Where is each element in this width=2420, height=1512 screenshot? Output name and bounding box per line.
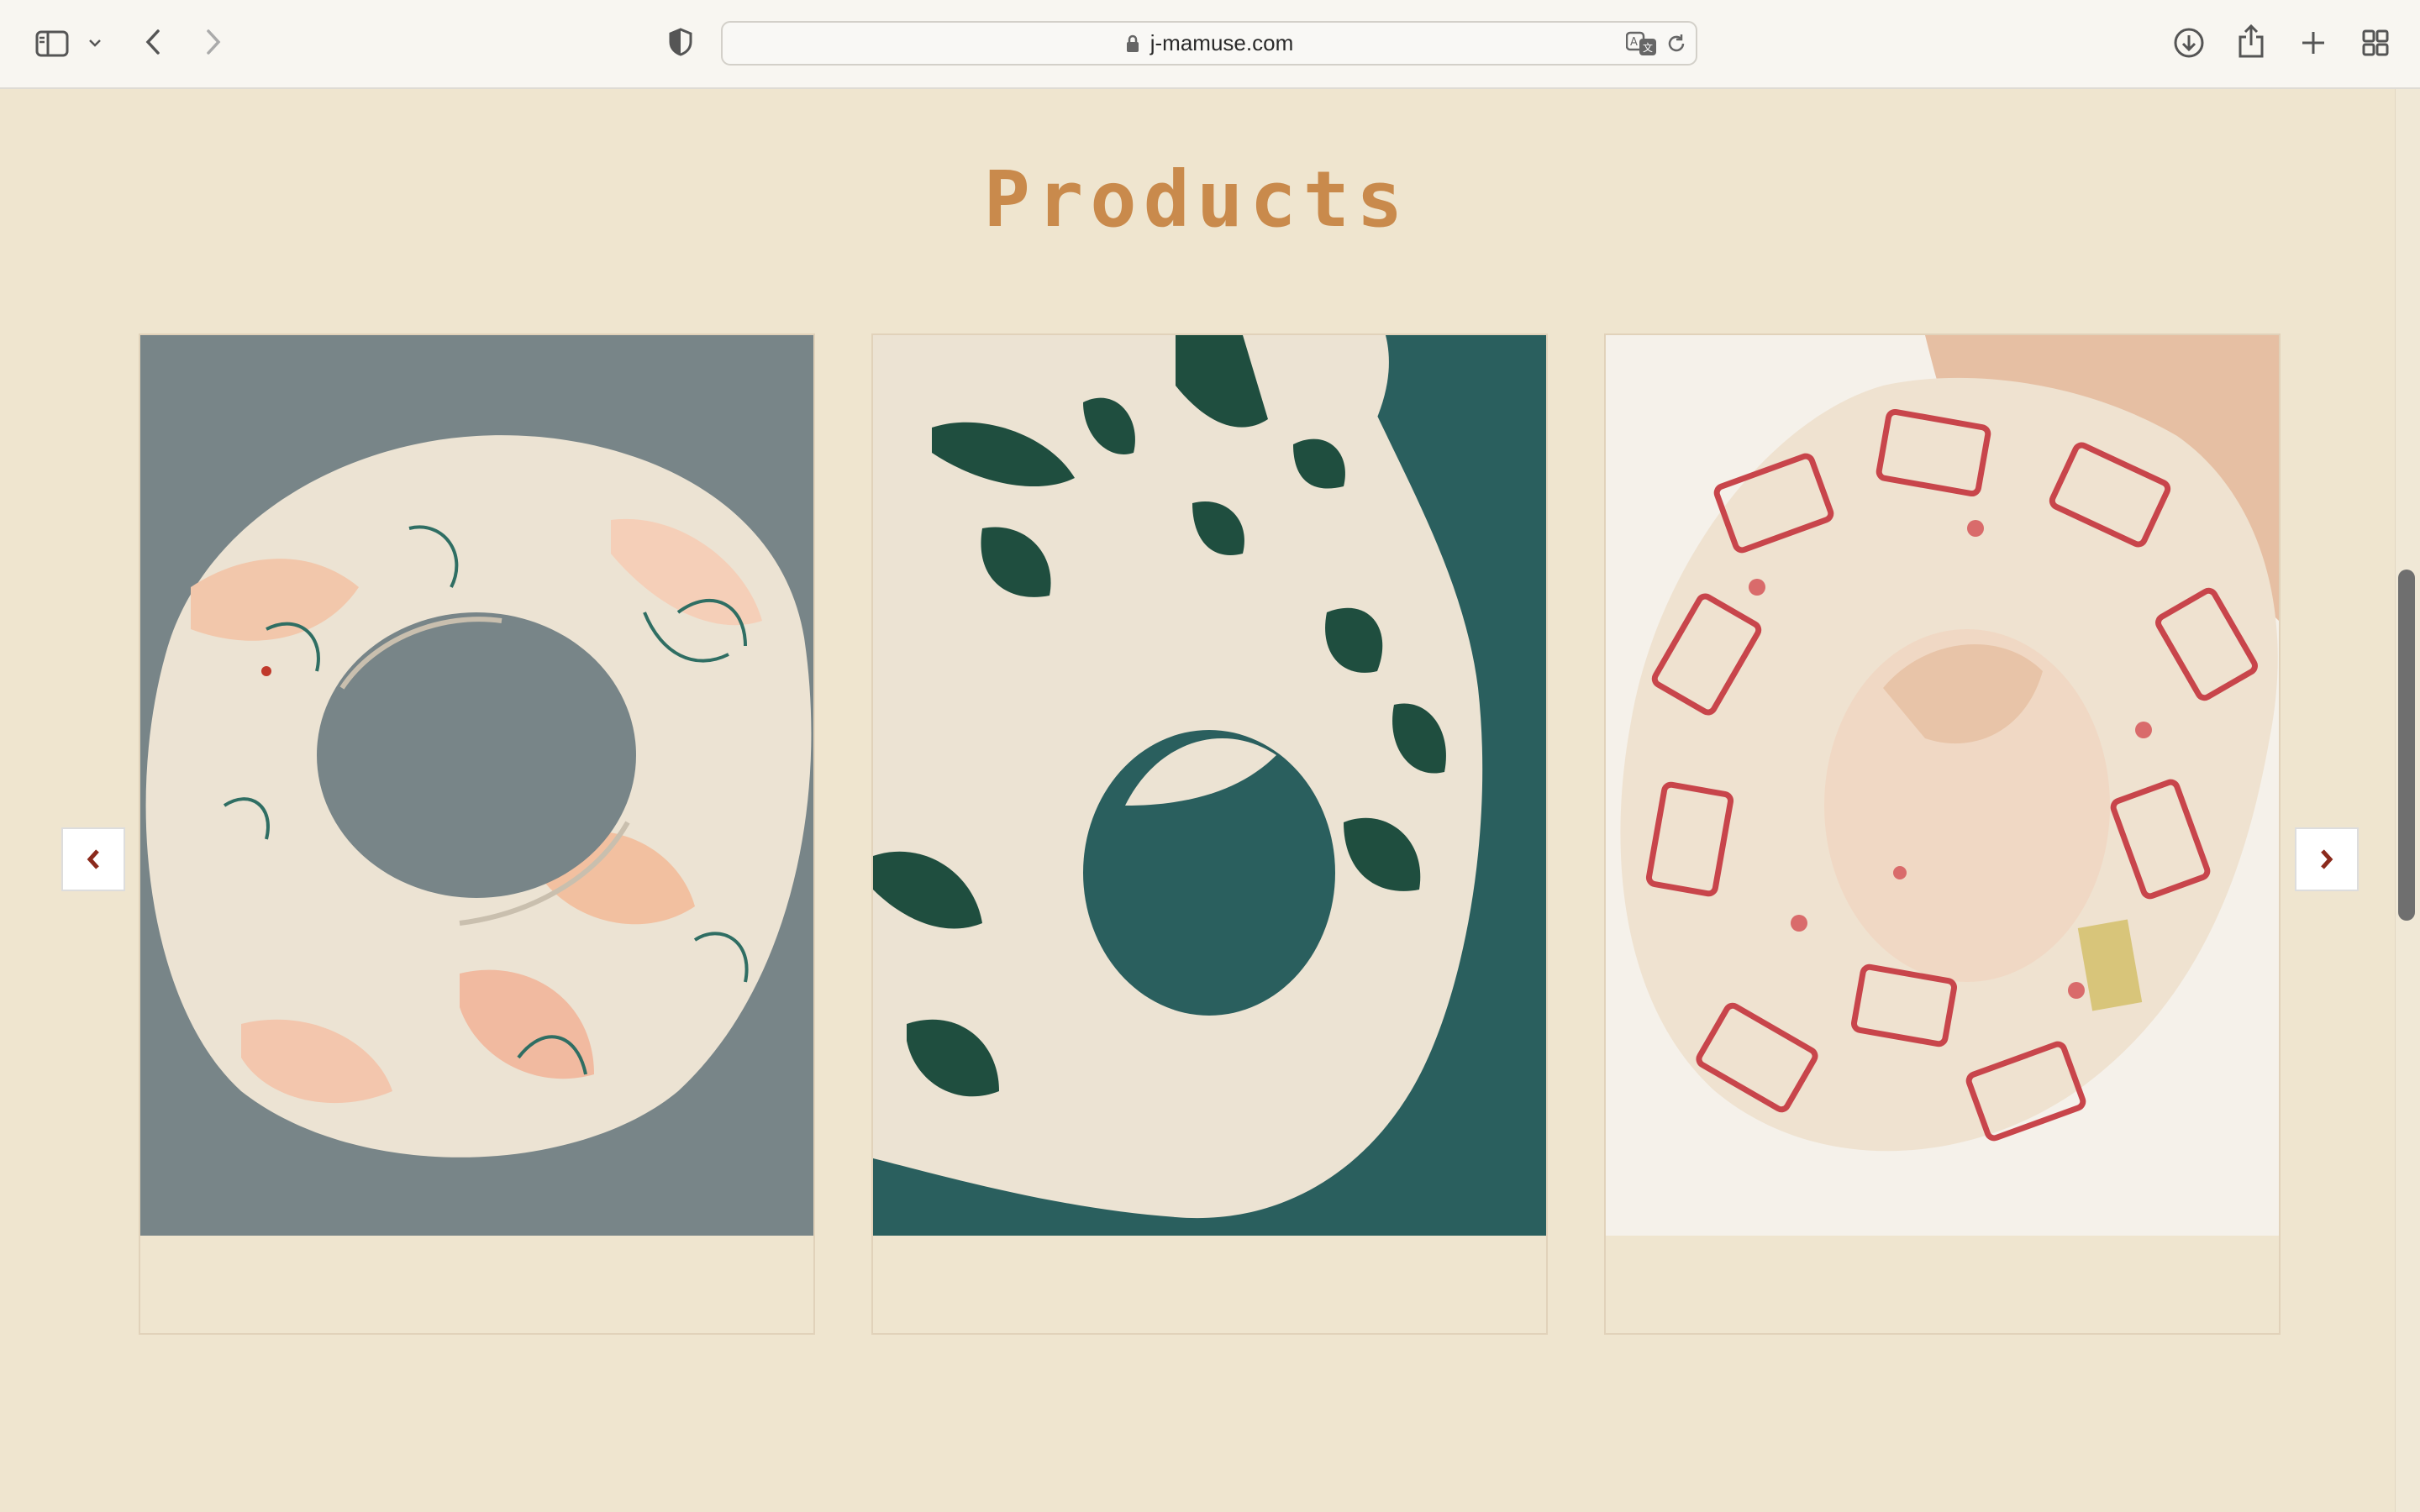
product-image-scrunchie-cactus[interactable] [873, 335, 1546, 1236]
plus-icon[interactable] [2294, 24, 2333, 62]
scrollbar-thumb[interactable] [2398, 570, 2415, 921]
chevron-left-icon [85, 848, 102, 871]
product-card[interactable] [871, 333, 1548, 1335]
download-icon[interactable] [2170, 24, 2208, 62]
reload-icon[interactable] [1664, 31, 1689, 56]
lock-icon [1125, 34, 1140, 54]
address-bar[interactable]: j-mamuse.com A文 [721, 21, 1697, 66]
translate-icon[interactable]: A文 [1625, 29, 1659, 58]
sidebar-icon[interactable] [32, 25, 72, 62]
chevron-right-icon [2318, 848, 2335, 871]
back-arrow-icon[interactable] [134, 24, 171, 60]
product-card[interactable] [139, 333, 815, 1335]
product-card[interactable] [1604, 333, 2281, 1335]
forward-arrow-icon[interactable] [195, 24, 232, 60]
shield-icon[interactable] [662, 24, 699, 60]
section-title: Products [983, 155, 1410, 244]
svg-text:A: A [1630, 36, 1638, 49]
carousel-next-button[interactable] [2295, 827, 2359, 891]
url-text: j-mamuse.com [1150, 30, 1294, 55]
carousel-prev-button[interactable] [61, 827, 125, 891]
svg-text:文: 文 [1643, 41, 1653, 54]
product-image-scrunchie-cassette[interactable] [1606, 335, 2279, 1236]
share-icon[interactable] [2232, 20, 2270, 62]
product-image-scrunchie-sketch[interactable] [140, 335, 813, 1236]
chevron-down-icon[interactable] [84, 32, 106, 54]
browser-toolbar: j-mamuse.com A文 [0, 0, 2420, 89]
tab-overview-icon[interactable] [2356, 24, 2395, 62]
